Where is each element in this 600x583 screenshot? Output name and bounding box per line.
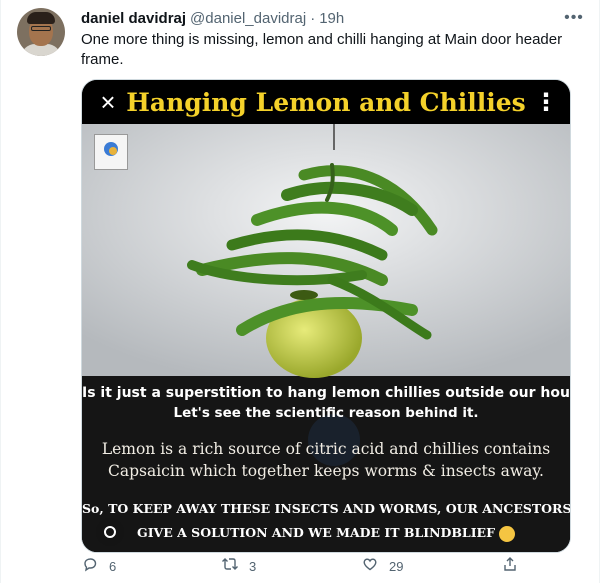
media-conclusion-line-1: So, TO KEEP AWAY THESE INSECTS AND WORMS… — [82, 499, 570, 519]
close-icon: × — [100, 86, 116, 117]
media-conclusion-line-2: GIVE A SOLUTION AND WE MADE IT BLINDBLIE… — [82, 523, 570, 543]
logo-shape — [109, 147, 117, 155]
like-count: 29 — [389, 558, 404, 574]
media-question: Is it just a superstition to hang lemon … — [82, 385, 571, 401]
share-button[interactable] — [501, 556, 521, 577]
media-subquestion: Let's see the scientific reason behind i… — [173, 405, 479, 421]
author-handle[interactable]: @daniel_davidraj — [190, 10, 306, 27]
share-icon — [501, 556, 519, 577]
media-body-line-2: Capsaicin which together keeps worms & i… — [108, 462, 544, 480]
media-options-button[interactable]: ⋮ — [534, 86, 558, 118]
retweet-icon — [221, 556, 239, 577]
media-image — [82, 80, 570, 552]
conclusion-text-1: TO KEEP AWAY THESE INSECTS AND WORMS, OU… — [108, 501, 571, 516]
media-title: Hanging Lemon and Chillies — [126, 87, 526, 117]
retweet-button[interactable]: 3 — [221, 556, 271, 577]
timestamp[interactable]: 19h — [319, 10, 344, 27]
reply-icon — [81, 556, 99, 577]
media-body-line-1: Lemon is a rich source of citric acid an… — [101, 440, 551, 458]
reply-count: 6 — [109, 558, 117, 574]
emoji-icon — [498, 525, 515, 542]
tweet-header: daniel davidraj @daniel_davidraj · 19h — [81, 8, 344, 28]
tweet-actions: 6 3 29 — [81, 556, 521, 576]
heart-icon — [361, 556, 379, 577]
conclusion-text-2: GIVE A SOLUTION AND WE MADE IT BLINDBLIE… — [137, 525, 495, 540]
more-options-button[interactable]: ••• — [563, 8, 585, 28]
conclusion-prefix: So, — [82, 501, 104, 516]
close-button[interactable]: × — [92, 86, 124, 118]
tweet[interactable]: daniel davidraj @daniel_davidraj · 19h •… — [0, 0, 600, 583]
tweet-media[interactable]: Hanging Lemon and Chillies × ⋮ Is it jus… — [81, 79, 571, 553]
separator: · — [310, 9, 316, 27]
tweet-text: One more thing is missing, lemon and chi… — [81, 31, 563, 68]
avatar-hair — [27, 12, 55, 24]
avatar-glasses — [31, 26, 51, 31]
avatar[interactable] — [17, 8, 65, 56]
more-vertical-icon: ⋮ — [534, 88, 558, 116]
reply-button[interactable]: 6 — [81, 556, 131, 577]
like-button[interactable]: 29 — [361, 556, 411, 577]
retweet-count: 3 — [249, 558, 257, 574]
lens-icon — [104, 526, 116, 538]
watermark-logo — [94, 134, 128, 170]
more-options-icon: ••• — [564, 9, 584, 26]
lens-button[interactable] — [96, 518, 124, 546]
author-name[interactable]: daniel davidraj — [81, 10, 186, 27]
